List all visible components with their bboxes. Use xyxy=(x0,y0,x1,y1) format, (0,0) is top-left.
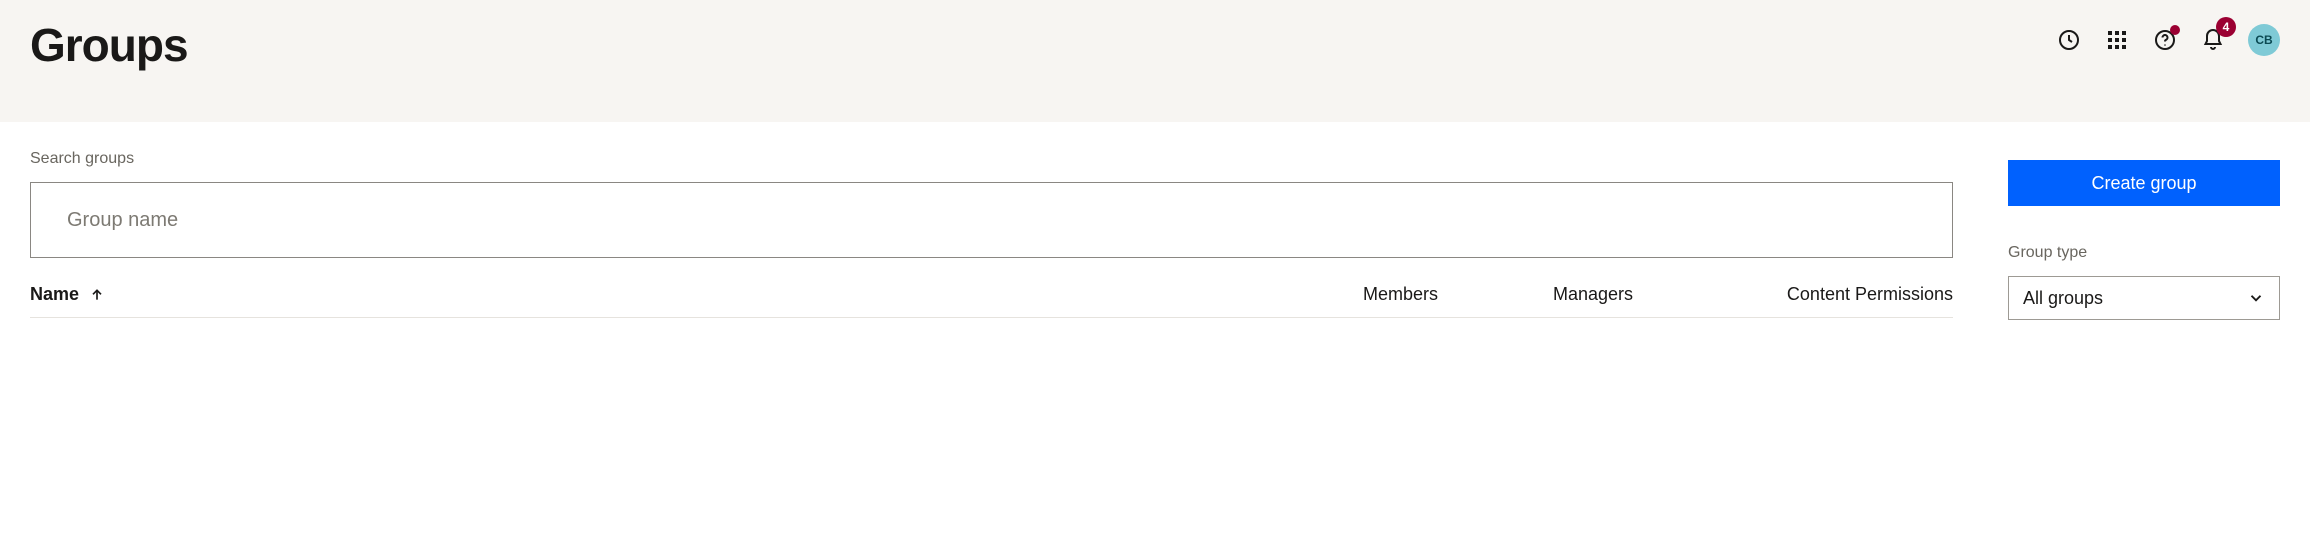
avatar[interactable]: CB xyxy=(2248,24,2280,56)
help-badge-dot xyxy=(2170,25,2180,35)
chevron-down-icon xyxy=(2247,289,2265,307)
column-header-permissions[interactable]: Content Permissions xyxy=(1753,284,1953,305)
group-type-label: Group type xyxy=(2008,244,2280,262)
header-icon-group: 4 CB xyxy=(2056,18,2280,56)
help-icon[interactable] xyxy=(2152,27,2178,53)
column-header-managers[interactable]: Managers xyxy=(1553,284,1753,305)
notification-badge: 4 xyxy=(2216,17,2236,37)
header-banner: Groups xyxy=(0,0,2310,122)
create-group-button[interactable]: Create group xyxy=(2008,160,2280,206)
apps-grid-icon[interactable] xyxy=(2104,27,2130,53)
bell-icon[interactable]: 4 xyxy=(2200,27,2226,53)
page-title: Groups xyxy=(30,18,188,72)
group-type-filter: Group type All groups xyxy=(2008,244,2280,320)
content-area: Search groups Name Members Managers Cont… xyxy=(0,122,2310,350)
group-type-select[interactable]: All groups xyxy=(2008,276,2280,320)
sort-ascending-icon xyxy=(89,287,105,303)
column-header-name-label: Name xyxy=(30,284,79,305)
column-header-name[interactable]: Name xyxy=(30,284,1363,305)
search-label: Search groups xyxy=(30,150,1953,168)
right-column: Create group Group type All groups xyxy=(2008,150,2280,320)
left-column: Search groups Name Members Managers Cont… xyxy=(30,150,1953,318)
group-type-selected: All groups xyxy=(2023,288,2103,309)
search-input[interactable] xyxy=(30,182,1953,258)
column-header-members[interactable]: Members xyxy=(1363,284,1553,305)
clock-icon[interactable] xyxy=(2056,27,2082,53)
table-header-row: Name Members Managers Content Permission… xyxy=(30,258,1953,318)
